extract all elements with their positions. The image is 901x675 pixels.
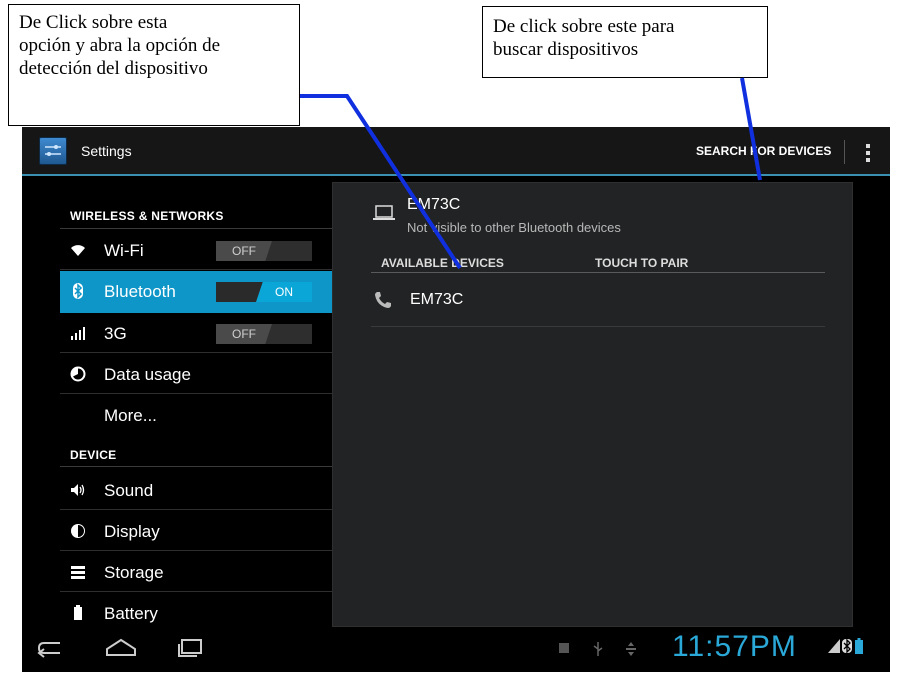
pointer-line-left [300,94,462,270]
pointer-line-right [740,77,762,181]
annotation-pointers [300,77,762,270]
